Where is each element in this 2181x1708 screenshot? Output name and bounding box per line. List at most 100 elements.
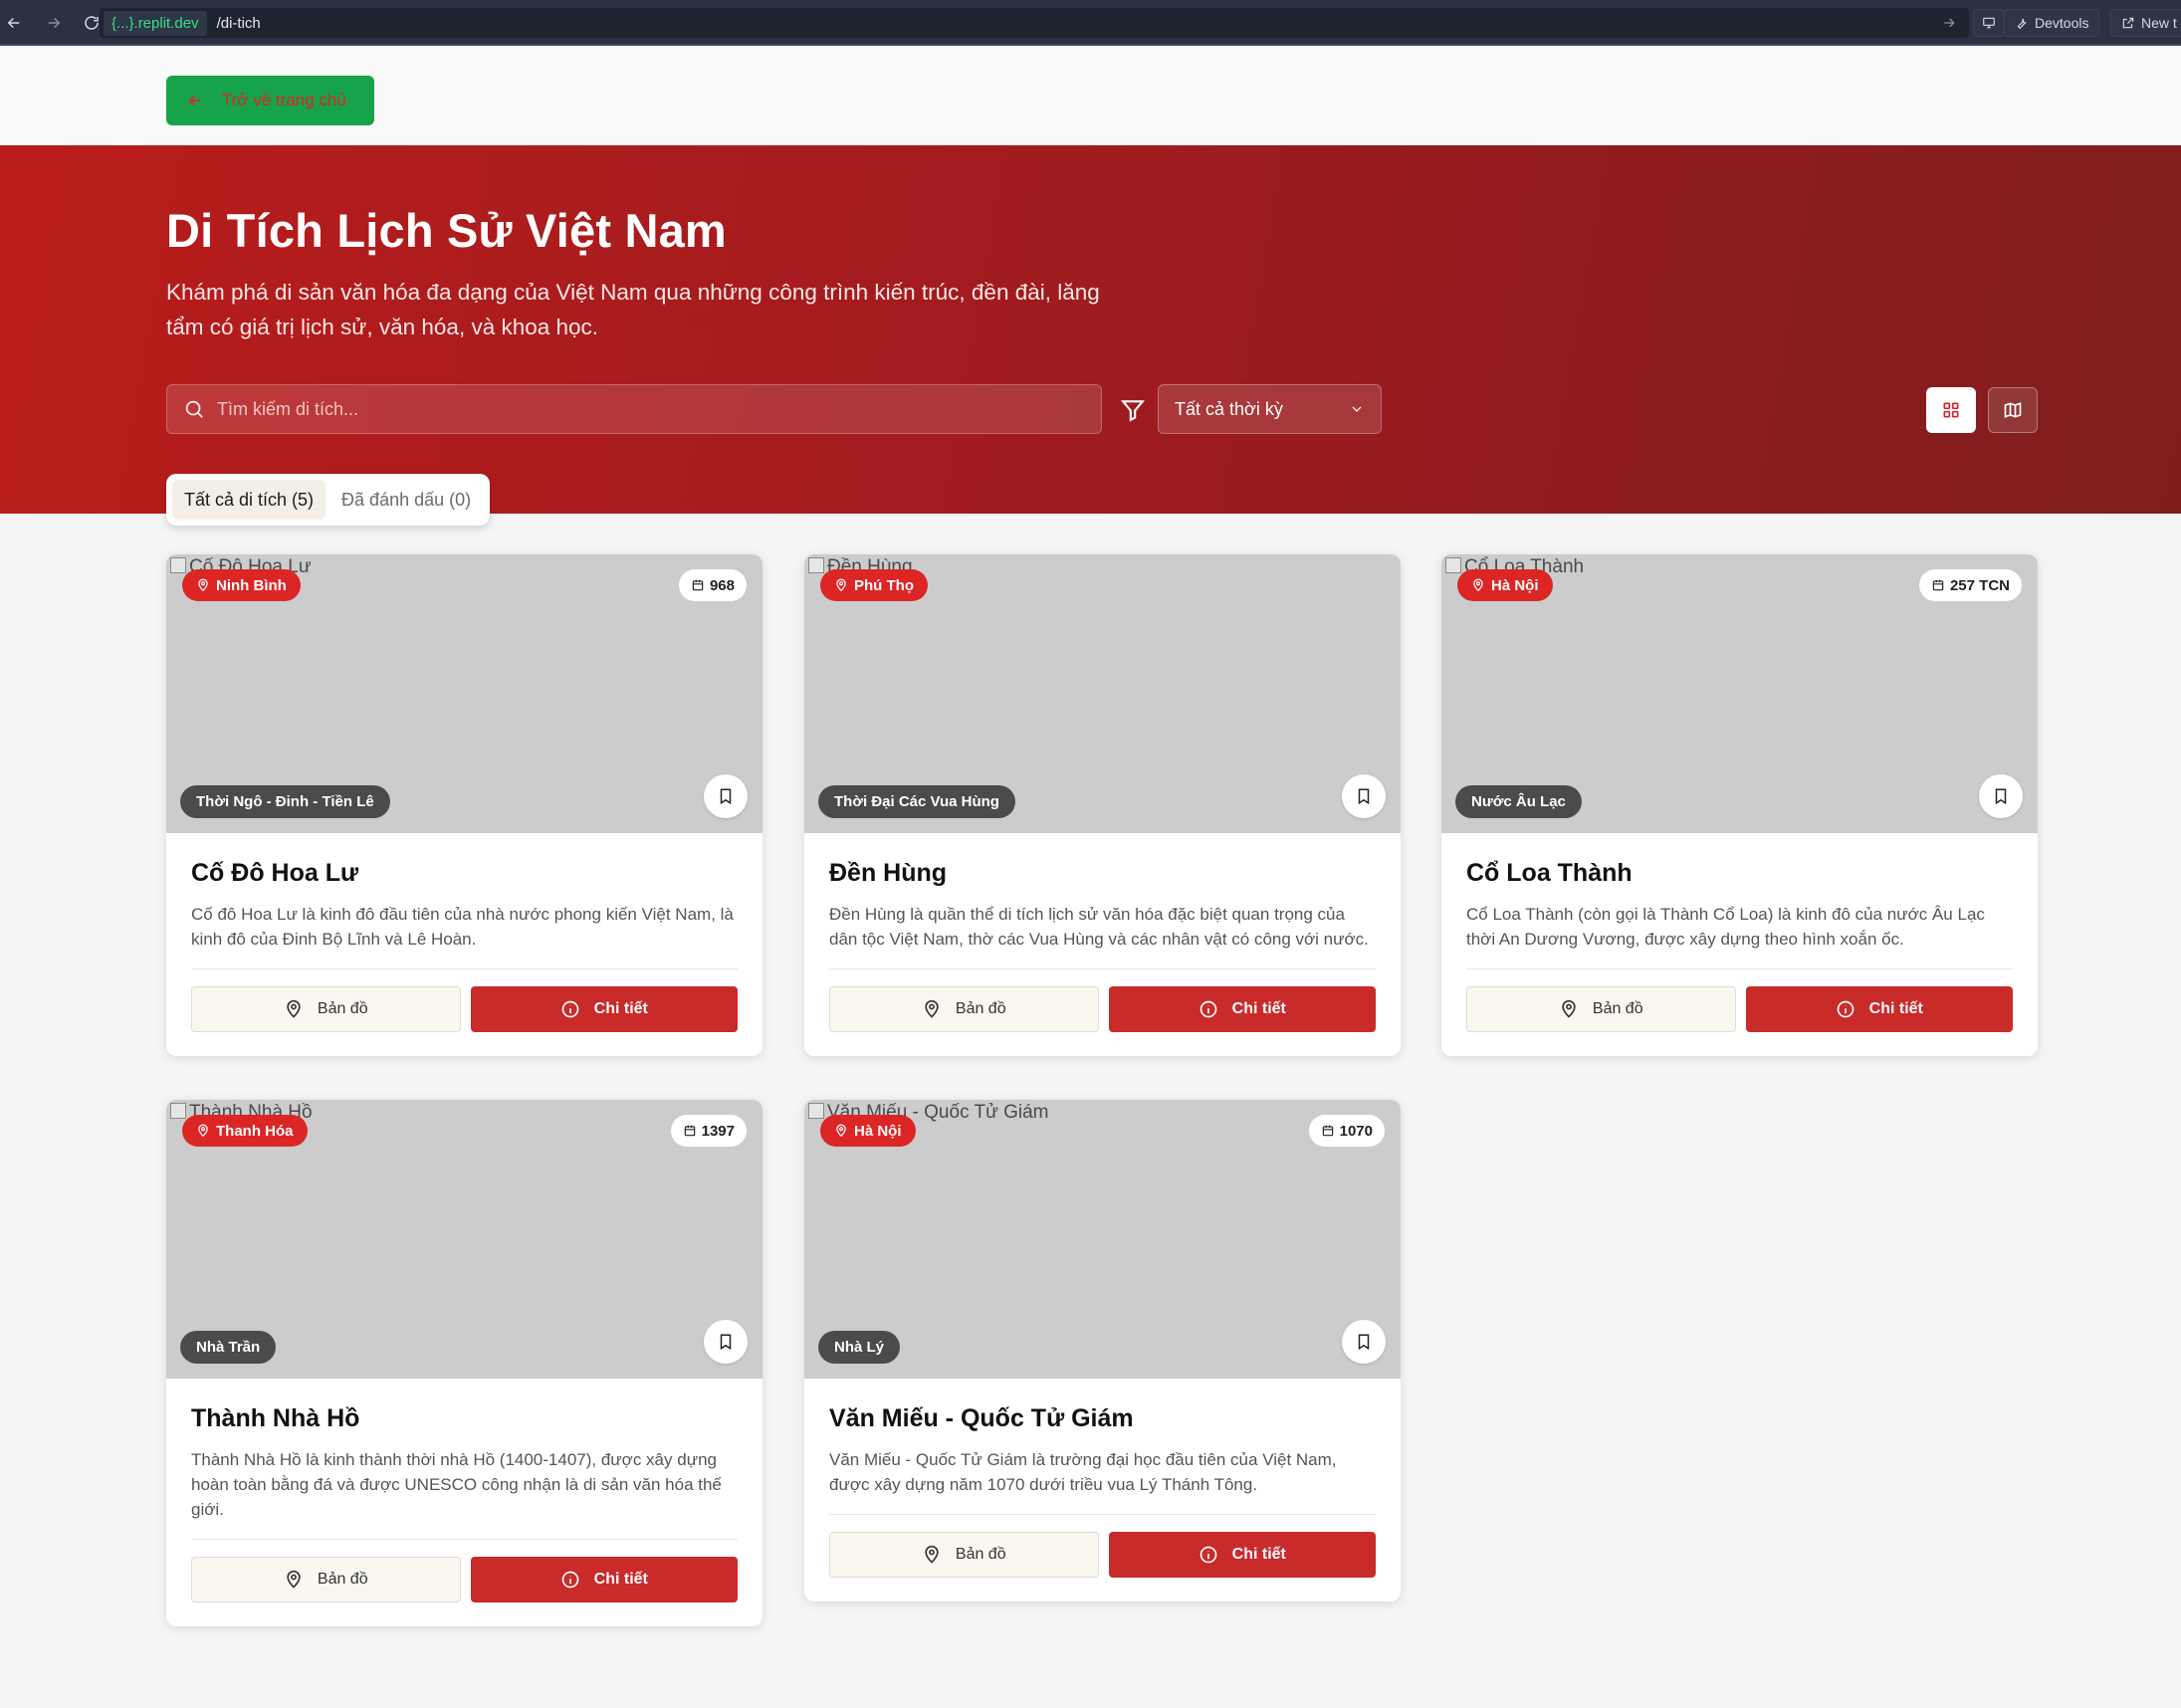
calendar-icon bbox=[1321, 1124, 1335, 1138]
bookmark-button[interactable] bbox=[1342, 774, 1386, 818]
relic-description: Đền Hùng là quần thể di tích lịch sử văn… bbox=[829, 902, 1376, 969]
bookmark-icon bbox=[1355, 787, 1373, 805]
page-subtitle: Khám phá di sản văn hóa đa dạng của Việt… bbox=[166, 280, 1100, 339]
url-go-icon[interactable] bbox=[1941, 15, 1957, 31]
bookmark-button[interactable] bbox=[704, 774, 748, 818]
detail-button[interactable]: Chi tiết bbox=[470, 986, 738, 1032]
search-input[interactable] bbox=[217, 398, 1073, 420]
era-badge: Nhà Trần bbox=[180, 1331, 277, 1364]
map-button[interactable]: Bản đồ bbox=[191, 1557, 461, 1602]
location-text: Ninh Bình bbox=[216, 576, 287, 594]
map-button[interactable]: Bản đồ bbox=[829, 1532, 1099, 1578]
top-bar: Trở về trang chủ bbox=[0, 46, 2181, 145]
url-domain: {...}.replit.dev bbox=[104, 10, 207, 36]
location-badge: Hà Nội bbox=[1457, 569, 1553, 601]
map-button[interactable]: Bản đồ bbox=[191, 986, 461, 1032]
back-home-button[interactable]: Trở về trang chủ bbox=[166, 76, 374, 125]
browser-toolbar: {...}.replit.dev /di-tich Devtools New t bbox=[0, 0, 2181, 46]
relic-image: Đền Hùng Phú Thọ Thời Đại Các Vua Hùng bbox=[804, 554, 1401, 833]
detail-button[interactable]: Chi tiết bbox=[1108, 1532, 1376, 1578]
map-pin-icon bbox=[922, 999, 942, 1019]
bookmark-button[interactable] bbox=[1979, 774, 2023, 818]
map-button-label: Bản đồ bbox=[955, 1000, 1006, 1017]
year-badge: 1397 bbox=[670, 1115, 747, 1147]
detail-button-label: Chi tiết bbox=[1868, 1000, 1923, 1017]
year-badge: 1070 bbox=[1308, 1115, 1385, 1147]
relic-card: Thành Nhà Hồ Thanh Hóa 1397 Nhà Trần Thà… bbox=[166, 1100, 763, 1626]
map-button[interactable]: Bản đồ bbox=[829, 986, 1099, 1032]
search-box[interactable] bbox=[166, 384, 1102, 434]
info-icon bbox=[1199, 1545, 1218, 1565]
relic-title: Cố Đô Hoa Lư bbox=[191, 859, 359, 887]
year-text: 1397 bbox=[701, 1122, 735, 1140]
relic-title: Thành Nhà Hồ bbox=[191, 1404, 360, 1432]
era-badge: Nước Âu Lạc bbox=[1455, 785, 1582, 818]
map-button[interactable]: Bản đồ bbox=[1466, 986, 1736, 1032]
calendar-icon bbox=[691, 578, 705, 592]
bookmark-icon bbox=[1992, 787, 2010, 805]
url-bar[interactable]: {...}.replit.dev /di-tich bbox=[100, 8, 1969, 38]
map-pin-icon bbox=[834, 578, 848, 592]
relic-title: Văn Miếu - Quốc Tử Giám bbox=[829, 1404, 1134, 1432]
relic-card: Đền Hùng Phú Thọ Thời Đại Các Vua Hùng Đ… bbox=[804, 554, 1401, 1056]
calendar-icon bbox=[683, 1124, 697, 1138]
location-badge: Thanh Hóa bbox=[182, 1115, 308, 1147]
bookmark-button[interactable] bbox=[704, 1320, 748, 1364]
map-pin-icon bbox=[196, 1124, 210, 1138]
tab-all-relics[interactable]: Tất cả di tích (5) bbox=[172, 480, 327, 520]
info-icon bbox=[1199, 999, 1218, 1019]
year-badge: 257 TCN bbox=[1918, 569, 2022, 601]
detail-button[interactable]: Chi tiết bbox=[1745, 986, 2013, 1032]
external-link-icon bbox=[2122, 17, 2134, 29]
card-actions: Bản đồ Chi tiết bbox=[191, 986, 738, 1032]
screen-icon-button[interactable] bbox=[1973, 9, 2005, 37]
detail-button[interactable]: Chi tiết bbox=[470, 1557, 738, 1602]
location-text: Phú Thọ bbox=[854, 576, 914, 594]
card-body: Văn Miếu - Quốc Tử Giám Văn Miếu - Quốc … bbox=[804, 1379, 1401, 1601]
relic-image: Văn Miếu - Quốc Tử Giám Hà Nội 1070 Nhà … bbox=[804, 1100, 1401, 1379]
era-badge: Thời Ngô - Đinh - Tiền Lê bbox=[180, 785, 390, 818]
chevron-down-icon bbox=[1352, 406, 1362, 412]
grid-view-button[interactable] bbox=[1926, 387, 1976, 433]
search-icon bbox=[185, 400, 203, 418]
card-actions: Bản đồ Chi tiết bbox=[829, 986, 1376, 1032]
location-text: Hà Nội bbox=[1491, 576, 1539, 594]
map-view-button[interactable] bbox=[1988, 387, 2038, 433]
info-icon bbox=[1836, 999, 1855, 1019]
detail-button[interactable]: Chi tiết bbox=[1108, 986, 1376, 1032]
relic-image: Cố Đô Hoa Lư Ninh Bình 968 Thời Ngô - Đi… bbox=[166, 554, 763, 833]
filter-icon bbox=[1120, 400, 1146, 422]
detail-button-label: Chi tiết bbox=[1231, 1000, 1286, 1017]
period-select[interactable]: Tất cả thời kỳ bbox=[1158, 384, 1382, 434]
location-badge: Phú Thọ bbox=[820, 569, 928, 601]
year-text: 1070 bbox=[1339, 1122, 1373, 1140]
tab-bookmarked[interactable]: Đã đánh dấu (0) bbox=[329, 480, 483, 520]
location-badge: Ninh Bình bbox=[182, 569, 301, 601]
bookmark-button[interactable] bbox=[1342, 1320, 1386, 1364]
map-button-label: Bản đồ bbox=[317, 1000, 368, 1017]
bookmark-icon bbox=[717, 1333, 735, 1351]
map-button-label: Bản đồ bbox=[955, 1546, 1006, 1563]
relic-title: Cổ Loa Thành bbox=[1466, 859, 1633, 887]
detail-button-label: Chi tiết bbox=[1231, 1546, 1286, 1563]
map-pin-icon bbox=[922, 1545, 942, 1565]
year-text: 968 bbox=[709, 576, 735, 594]
info-icon bbox=[560, 1570, 580, 1590]
devtools-button[interactable]: Devtools bbox=[2004, 9, 2100, 37]
new-tab-button[interactable]: New t bbox=[2110, 9, 2181, 37]
map-pin-icon bbox=[1559, 999, 1579, 1019]
forward-nav-icon[interactable] bbox=[40, 9, 68, 37]
new-tab-label: New t bbox=[2141, 15, 2177, 31]
back-nav-icon[interactable] bbox=[0, 9, 28, 37]
map-button-label: Bản đồ bbox=[317, 1571, 368, 1588]
card-body: Đền Hùng Đền Hùng là quần thể di tích lị… bbox=[804, 833, 1401, 1056]
info-icon bbox=[560, 999, 580, 1019]
back-home-label: Trở về trang chủ bbox=[222, 91, 346, 109]
era-badge: Thời Đại Các Vua Hùng bbox=[818, 785, 1015, 818]
relic-card: Cổ Loa Thành Hà Nội 257 TCN Nước Âu Lạc … bbox=[1441, 554, 2038, 1056]
url-path: /di-tich bbox=[216, 14, 261, 32]
wrench-icon bbox=[2017, 18, 2028, 30]
hero-section: Di Tích Lịch Sử Việt Nam Khám phá di sản… bbox=[0, 145, 2181, 526]
map-pin-icon bbox=[284, 1570, 304, 1590]
grid-icon bbox=[1943, 402, 1959, 418]
